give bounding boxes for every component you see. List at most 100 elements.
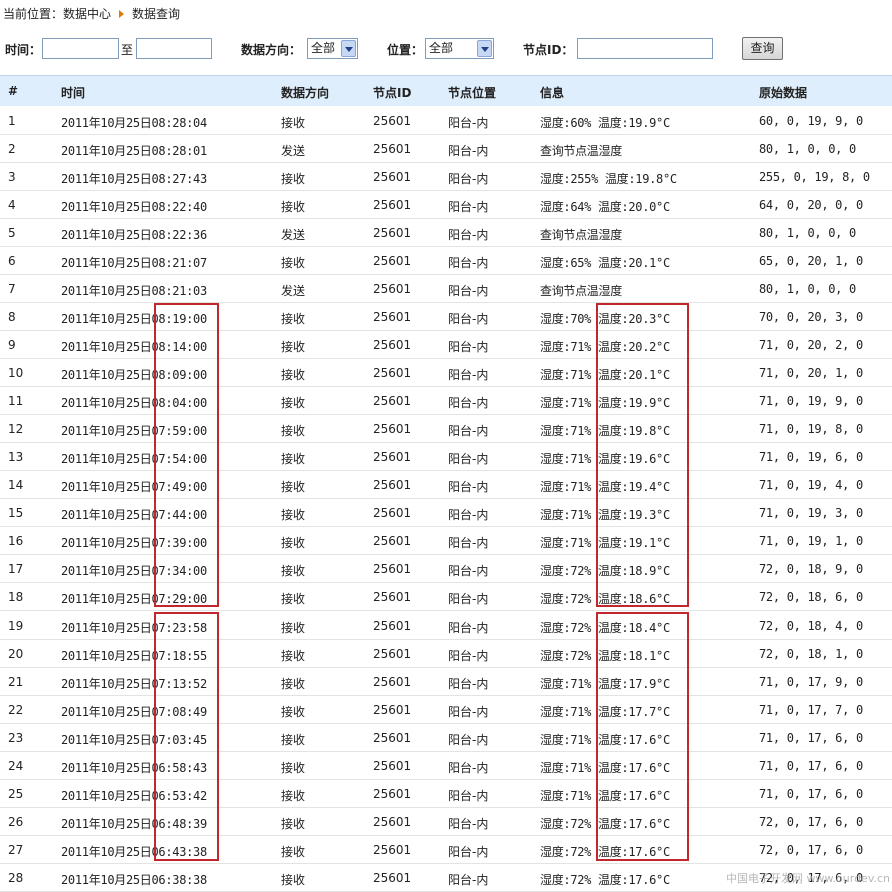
table-row[interactable]: 16 2011年10月25日07:39:00 接收 25601 阳台-内 湿度:71% 温… [0, 527, 892, 555]
cell-node-location: 阳台-内 [448, 452, 489, 466]
time-from-input[interactable] [42, 38, 119, 59]
cell-node-location: 阳台-内 [448, 424, 489, 438]
cell-raw-data: 72, 0, 18, 6, 0 [759, 590, 863, 604]
table-row[interactable]: 6 2011年10月25日08:21:07 接收 25601 阳台-内 湿度:65% 温度… [0, 247, 892, 275]
table-row[interactable]: 25 2011年10月25日06:53:42 接收 25601 阳台-内 湿度:71% 温… [0, 780, 892, 808]
cell-raw-data: 71, 0, 17, 6, 0 [759, 731, 863, 745]
table-row[interactable]: 14 2011年10月25日07:49:00 接收 25601 阳台-内 湿度:71% 温… [0, 471, 892, 499]
cell-direction: 接收 [281, 480, 306, 494]
cell-raw-data: 71, 0, 19, 8, 0 [759, 422, 863, 436]
time-to-input[interactable] [136, 38, 212, 59]
cell-node-location: 阳台-内 [448, 172, 489, 186]
table-row[interactable]: 11 2011年10月25日08:04:00 接收 25601 阳台-内 湿度:71% 温… [0, 387, 892, 415]
cell-time: 2011年10月25日06:48:39 [61, 817, 207, 831]
cell-raw-data: 65, 0, 20, 1, 0 [759, 254, 863, 268]
table-row[interactable]: 21 2011年10月25日07:13:52 接收 25601 阳台-内 湿度:71% 温… [0, 668, 892, 696]
cell-node-id: 25601 [373, 871, 412, 885]
cell-raw-data: 60, 0, 19, 9, 0 [759, 114, 863, 128]
cell-index: 8 [8, 310, 16, 324]
chevron-down-icon[interactable] [477, 40, 492, 57]
cell-raw-data: 72, 0, 18, 9, 0 [759, 562, 863, 576]
node-id-input[interactable] [577, 38, 713, 59]
table-row[interactable]: 12 2011年10月25日07:59:00 接收 25601 阳台-内 湿度:71% 温… [0, 415, 892, 443]
cell-index: 16 [8, 534, 24, 548]
chevron-down-icon[interactable] [341, 40, 356, 57]
cell-time: 2011年10月25日07:03:45 [61, 733, 207, 747]
cell-node-location: 阳台-内 [448, 705, 489, 719]
cell-raw-data: 70, 0, 20, 3, 0 [759, 310, 863, 324]
cell-info: 湿度:72% 温度:17.6°C [540, 817, 670, 831]
cell-direction: 接收 [281, 452, 306, 466]
direction-selected-value: 全部 [311, 41, 336, 55]
cell-direction: 接收 [281, 789, 306, 803]
cell-info: 湿度:60% 温度:19.9°C [540, 116, 670, 130]
table-row[interactable]: 22 2011年10月25日07:08:49 接收 25601 阳台-内 湿度:71% 温… [0, 696, 892, 724]
breadcrumb-section[interactable]: 数据中心 [63, 7, 111, 21]
cell-time: 2011年10月25日08:09:00 [61, 368, 207, 382]
breadcrumb-page: 数据查询 [132, 7, 181, 21]
cell-info: 湿度:64% 温度:20.0°C [540, 200, 670, 214]
table-row[interactable]: 27 2011年10月25日06:43:38 接收 25601 阳台-内 湿度:72% 温… [0, 836, 892, 864]
table-row[interactable]: 2 2011年10月25日08:28:01 发送 25601 阳台-内 查询节点温湿度 80… [0, 135, 892, 163]
cell-direction: 接收 [281, 172, 306, 186]
cell-direction: 接收 [281, 677, 306, 691]
cell-node-location: 阳台-内 [448, 817, 489, 831]
table-row[interactable]: 4 2011年10月25日08:22:40 接收 25601 阳台-内 湿度:64% 温度… [0, 191, 892, 219]
table-row[interactable]: 23 2011年10月25日07:03:45 接收 25601 阳台-内 湿度:71% 温… [0, 724, 892, 752]
watermark: 中国电子开发网 www.ourdev.cn [726, 872, 890, 885]
table-row[interactable]: 24 2011年10月25日06:58:43 接收 25601 阳台-内 湿度:71% 温… [0, 752, 892, 780]
direction-select[interactable]: 全部 [307, 38, 358, 59]
table-row[interactable]: 3 2011年10月25日08:27:43 接收 25601 阳台-内 湿度:255% 温… [0, 163, 892, 191]
cell-node-id: 25601 [373, 142, 412, 156]
cell-direction: 发送 [281, 228, 306, 242]
table-row[interactable]: 10 2011年10月25日08:09:00 接收 25601 阳台-内 湿度:71% 温… [0, 359, 892, 387]
cell-direction: 接收 [281, 508, 306, 522]
cell-info: 湿度:71% 温度:19.6°C [540, 452, 670, 466]
cell-index: 7 [8, 282, 16, 296]
cell-time: 2011年10月25日08:27:43 [61, 172, 207, 186]
cell-node-id: 25601 [373, 675, 412, 689]
cell-node-location: 阳台-内 [448, 733, 489, 747]
cell-info: 湿度:72% 温度:17.6°C [540, 845, 670, 859]
cell-time: 2011年10月25日08:22:40 [61, 200, 207, 214]
cell-raw-data: 80, 1, 0, 0, 0 [759, 226, 856, 240]
cell-direction: 接收 [281, 340, 306, 354]
cell-direction: 接收 [281, 817, 306, 831]
table-row[interactable]: 5 2011年10月25日08:22:36 发送 25601 阳台-内 查询节点温湿度 80… [0, 219, 892, 247]
cell-node-id: 25601 [373, 198, 412, 212]
cell-node-location: 阳台-内 [448, 284, 489, 298]
location-select[interactable]: 全部 [425, 38, 494, 59]
table-row[interactable]: 20 2011年10月25日07:18:55 接收 25601 阳台-内 湿度:72% 温… [0, 640, 892, 668]
cell-node-location: 阳台-内 [448, 621, 489, 635]
cell-time: 2011年10月25日07:49:00 [61, 480, 207, 494]
breadcrumb: 当前位置：数据中心 数据查询 [3, 6, 180, 22]
cell-direction: 接收 [281, 705, 306, 719]
cell-index: 24 [8, 759, 24, 773]
query-button[interactable]: 查询 [742, 37, 783, 60]
cell-node-location: 阳台-内 [448, 396, 489, 410]
cell-node-location: 阳台-内 [448, 845, 489, 859]
cell-index: 25 [8, 787, 24, 801]
cell-info: 查询节点温湿度 [540, 144, 622, 158]
cell-raw-data: 72, 0, 17, 6, 0 [759, 815, 863, 829]
cell-time: 2011年10月25日08:28:04 [61, 116, 207, 130]
table-row[interactable]: 26 2011年10月25日06:48:39 接收 25601 阳台-内 湿度:72% 温… [0, 808, 892, 836]
table-row[interactable]: 1 2011年10月25日08:28:04 接收 25601 阳台-内 湿度:60% 温度… [0, 107, 892, 135]
cell-node-location: 阳台-内 [448, 508, 489, 522]
cell-index: 19 [8, 619, 24, 633]
table-row[interactable]: 15 2011年10月25日07:44:00 接收 25601 阳台-内 湿度:71% 温… [0, 499, 892, 527]
table-row[interactable]: 19 2011年10月25日07:23:58 接收 25601 阳台-内 湿度:72% 温… [0, 612, 892, 640]
table-row[interactable]: 9 2011年10月25日08:14:00 接收 25601 阳台-内 湿度:71% 温度… [0, 331, 892, 359]
table-row[interactable]: 17 2011年10月25日07:34:00 接收 25601 阳台-内 湿度:72% 温… [0, 555, 892, 583]
cell-node-id: 25601 [373, 759, 412, 773]
table-row[interactable]: 7 2011年10月25日08:21:03 发送 25601 阳台-内 查询节点温湿度 80… [0, 275, 892, 303]
table-row[interactable]: 18 2011年10月25日07:29:00 接收 25601 阳台-内 湿度:72% 温… [0, 583, 892, 611]
cell-raw-data: 64, 0, 20, 0, 0 [759, 198, 863, 212]
cell-time: 2011年10月25日08:14:00 [61, 340, 207, 354]
cell-node-id: 25601 [373, 506, 412, 520]
cell-node-id: 25601 [373, 450, 412, 464]
table-row[interactable]: 13 2011年10月25日07:54:00 接收 25601 阳台-内 湿度:71% 温… [0, 443, 892, 471]
cell-info: 湿度:71% 温度:19.3°C [540, 508, 670, 522]
cell-direction: 发送 [281, 284, 306, 298]
table-row[interactable]: 8 2011年10月25日08:19:00 接收 25601 阳台-内 湿度:70% 温度… [0, 303, 892, 331]
